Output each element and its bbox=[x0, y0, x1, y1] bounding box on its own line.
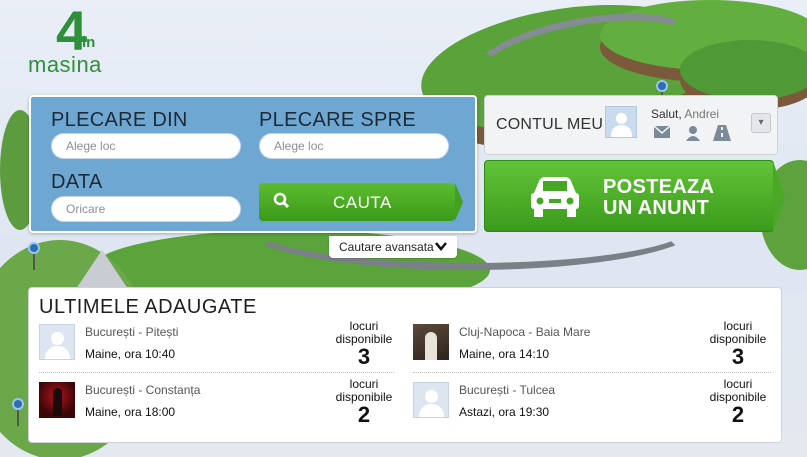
to-input[interactable]: Alege loc bbox=[259, 133, 449, 159]
search-button-label: CAUTA bbox=[333, 193, 392, 212]
chevron-down-icon bbox=[435, 236, 447, 258]
seats-count: 2 bbox=[731, 402, 745, 427]
ride-time: Maine, ora 10:40 bbox=[85, 347, 176, 361]
list-item[interactable]: București - Tulcea Astazi, ora 19:30 loc… bbox=[413, 378, 773, 434]
from-input[interactable]: Alege loc bbox=[51, 133, 241, 159]
user-name: Andrei bbox=[684, 107, 720, 121]
mail-icon[interactable] bbox=[653, 125, 671, 139]
search-panel: PLECARE DIN Alege loc PLECARE SPRE Alege… bbox=[29, 95, 477, 233]
advanced-search-label: Cautare avansata bbox=[339, 240, 434, 254]
ride-route[interactable]: București - Tulcea bbox=[459, 383, 555, 397]
advanced-search-toggle[interactable]: Cautare avansata bbox=[329, 236, 457, 258]
seats-count: 3 bbox=[357, 344, 371, 369]
avatar bbox=[39, 324, 75, 360]
map-pin-icon bbox=[12, 398, 24, 426]
logo-text: masina bbox=[28, 52, 102, 77]
post-ad-label: POSTEAZA UN ANUNT bbox=[603, 177, 714, 219]
latest-rides-panel: ULTIMELE ADAUGATE București - Pitești Ma… bbox=[28, 287, 782, 443]
search-icon bbox=[273, 192, 291, 215]
date-label: DATA bbox=[51, 171, 103, 193]
list-item[interactable]: București - Constanța Maine, ora 18:00 l… bbox=[39, 378, 399, 434]
ride-route[interactable]: București - Constanța bbox=[85, 383, 200, 397]
available-seats: locuri disponibile 3 bbox=[329, 320, 399, 368]
user-icon[interactable] bbox=[685, 125, 701, 141]
ride-route[interactable]: București - Pitești bbox=[85, 325, 178, 339]
ride-time: Maine, ora 18:00 bbox=[85, 405, 176, 419]
ride-time: Astazi, ora 19:30 bbox=[459, 405, 550, 419]
site-logo[interactable]: 4 in masina bbox=[28, 0, 128, 77]
avatar bbox=[413, 382, 449, 418]
available-seats: locuri disponibile 2 bbox=[329, 378, 399, 426]
post-ad-line1: POSTEAZA bbox=[603, 176, 715, 198]
seats-count: 2 bbox=[357, 402, 371, 427]
avatar bbox=[413, 324, 449, 360]
divider bbox=[39, 372, 394, 373]
road-icon[interactable] bbox=[713, 125, 731, 141]
greeting: Salut, Andrei bbox=[651, 107, 719, 121]
grass-island bbox=[680, 40, 807, 100]
search-button[interactable]: CAUTA bbox=[259, 183, 463, 221]
avatar bbox=[39, 382, 75, 418]
ride-route[interactable]: Cluj-Napoca - Baia Mare bbox=[459, 325, 590, 339]
divider bbox=[413, 372, 771, 373]
map-pin-icon bbox=[656, 80, 668, 108]
available-seats: locuri disponibile 3 bbox=[703, 320, 773, 368]
ride-time: Maine, ora 14:10 bbox=[459, 347, 550, 361]
seats-label-1: locuri bbox=[723, 377, 753, 391]
post-ad-line2: UN ANUNT bbox=[603, 197, 710, 219]
map-pin-icon bbox=[28, 242, 40, 270]
account-dropdown-button[interactable]: ▾ bbox=[751, 113, 771, 133]
seats-label-1: locuri bbox=[349, 377, 379, 391]
account-title[interactable]: CONTUL MEU bbox=[496, 116, 603, 134]
greeting-text: Salut, bbox=[651, 107, 682, 121]
car-icon bbox=[529, 175, 581, 224]
seats-label-1: locuri bbox=[349, 319, 379, 333]
date-input[interactable]: Oricare bbox=[51, 196, 241, 222]
available-seats: locuri disponibile 2 bbox=[703, 378, 773, 426]
logo-in: in bbox=[82, 34, 96, 51]
list-item[interactable]: Cluj-Napoca - Baia Mare Maine, ora 14:10… bbox=[413, 320, 773, 376]
account-panel: CONTUL MEU Salut, Andrei ▾ bbox=[484, 95, 778, 155]
seats-label-1: locuri bbox=[723, 319, 753, 333]
seats-count: 3 bbox=[731, 344, 745, 369]
latest-rides-title: ULTIMELE ADAUGATE bbox=[39, 296, 257, 318]
post-ad-button[interactable]: POSTEAZA UN ANUNT bbox=[484, 160, 785, 233]
from-label: PLECARE DIN bbox=[51, 109, 188, 131]
user-avatar[interactable] bbox=[605, 106, 637, 138]
to-label: PLECARE SPRE bbox=[259, 109, 416, 131]
list-item[interactable]: București - Pitești Maine, ora 10:40 loc… bbox=[39, 320, 399, 376]
